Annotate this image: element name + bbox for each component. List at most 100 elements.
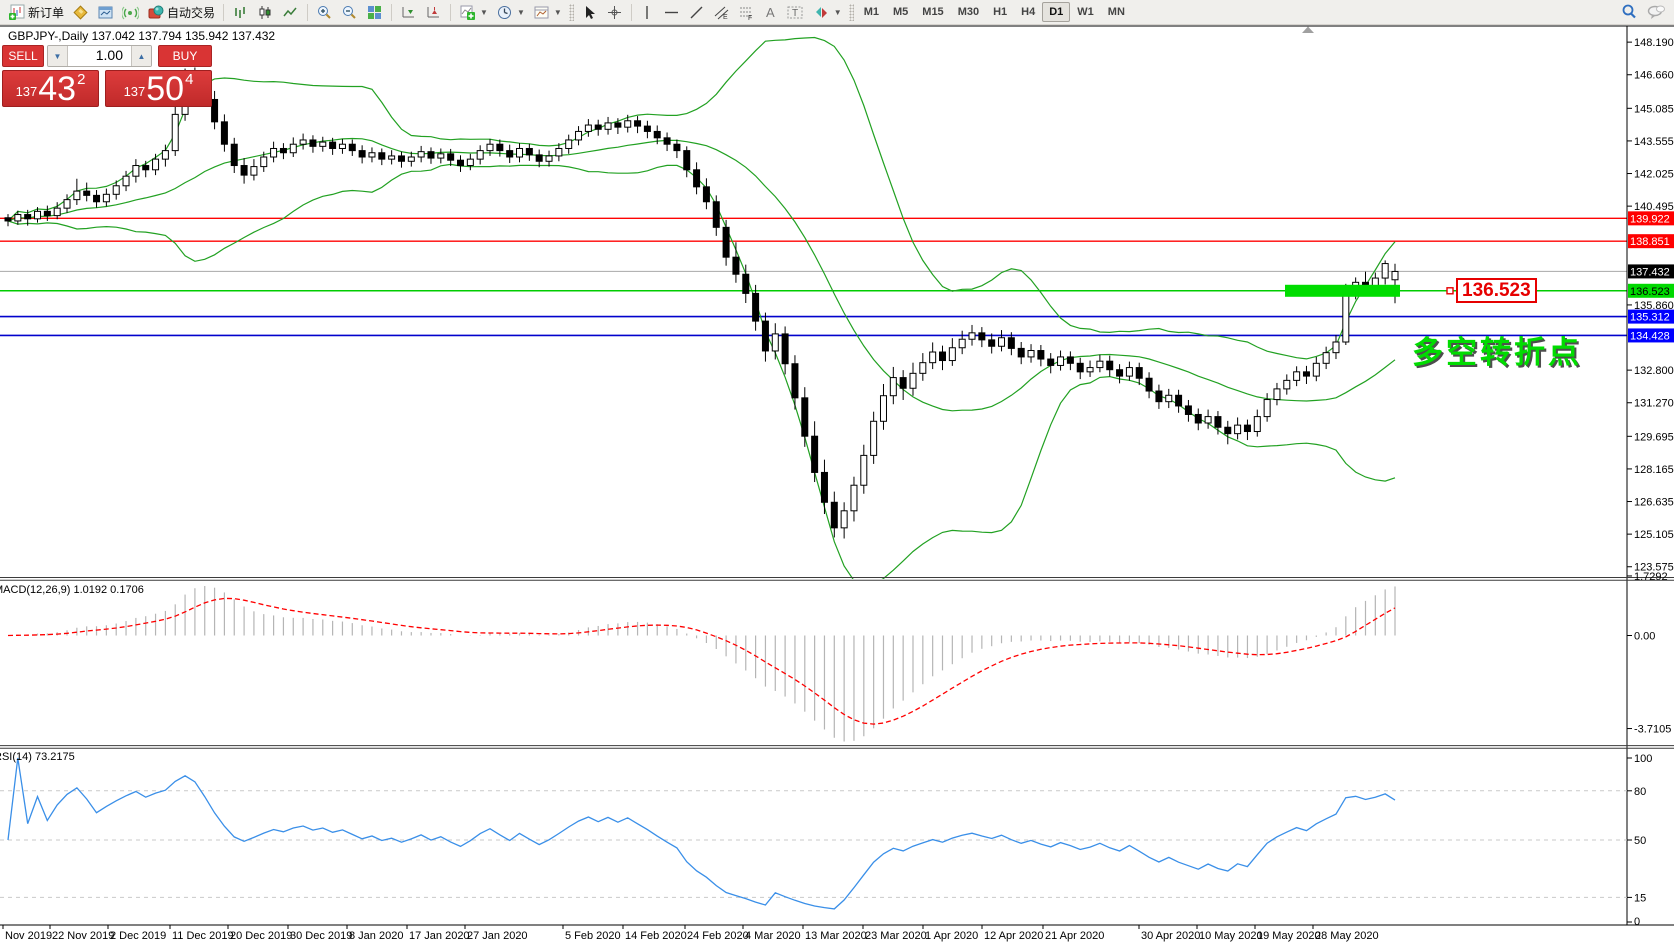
zoom-out-button[interactable] xyxy=(337,1,362,24)
svg-text:30 Apr 2020: 30 Apr 2020 xyxy=(1141,930,1200,942)
market-watch-icon xyxy=(72,4,89,21)
text-label-tool-button[interactable]: T xyxy=(782,1,809,24)
hline-icon xyxy=(663,4,680,21)
buy-price-sup: 4 xyxy=(185,71,193,88)
timeframe-D1[interactable]: D1 xyxy=(1042,2,1070,22)
svg-text:E: E xyxy=(723,14,728,21)
price-axis: 148.190146.660145.085143.555142.025140.4… xyxy=(0,26,1674,925)
toolbar-grip[interactable] xyxy=(569,4,574,21)
text-icon: A xyxy=(763,4,778,21)
cursor-button[interactable] xyxy=(577,1,602,24)
shapes-tool-button[interactable]: ▼ xyxy=(809,1,846,24)
bar-chart-button[interactable] xyxy=(228,1,253,24)
svg-text:19 May 2020: 19 May 2020 xyxy=(1257,930,1321,942)
tile-windows-button[interactable] xyxy=(362,1,387,24)
buy-button[interactable]: BUY xyxy=(158,45,212,67)
toolbar-separator xyxy=(631,4,632,21)
volume-input[interactable]: 1.00 xyxy=(68,46,131,66)
zoom-in-button[interactable] xyxy=(312,1,337,24)
svg-text:134.428: 134.428 xyxy=(1630,330,1670,342)
search-button[interactable] xyxy=(1616,1,1642,24)
auto-trading-button[interactable]: 自动交易 xyxy=(143,1,219,24)
price-callout-label[interactable]: 136.523 xyxy=(1456,278,1537,303)
rsi-indicator-label: RSI(14) 73.2175 xyxy=(0,751,75,763)
buy-price-display[interactable]: 137504 xyxy=(105,70,212,107)
timeframe-M30[interactable]: M30 xyxy=(951,2,986,22)
timeframe-H1[interactable]: H1 xyxy=(986,2,1014,22)
shift-marker-icon[interactable] xyxy=(1302,27,1314,34)
timeframe-M1[interactable]: M1 xyxy=(857,2,886,22)
templates-button[interactable]: ▼ xyxy=(529,1,566,24)
turning-point-annotation[interactable]: 多空转折点 xyxy=(1412,327,1582,372)
text-tool-button[interactable]: A xyxy=(759,1,782,24)
volume-decrease-button[interactable]: ▼ xyxy=(48,46,68,66)
fibonacci-tool-button[interactable]: F xyxy=(734,1,759,24)
volume-increase-button[interactable]: ▲ xyxy=(131,46,151,66)
svg-text:135.312: 135.312 xyxy=(1630,312,1670,324)
channel-tool-button[interactable]: E xyxy=(709,1,734,24)
macd-signal-line xyxy=(8,598,1395,724)
svg-text:50: 50 xyxy=(1634,835,1646,847)
indicators-button[interactable]: ▼ xyxy=(455,1,492,24)
timeframe-W1[interactable]: W1 xyxy=(1070,2,1101,22)
text-label-icon: T xyxy=(786,4,805,21)
timeframe-H4[interactable]: H4 xyxy=(1014,2,1042,22)
line-chart-button[interactable] xyxy=(278,1,303,24)
rsi-pane: 1008050150 xyxy=(0,753,1652,928)
svg-text:145.085: 145.085 xyxy=(1634,103,1674,115)
svg-text:T: T xyxy=(792,8,798,19)
chat-button[interactable] xyxy=(1642,1,1670,24)
toolbar-separator xyxy=(223,4,224,21)
vline-tool-button[interactable] xyxy=(636,1,659,24)
svg-text:136.523: 136.523 xyxy=(1630,286,1670,298)
svg-text:14 Feb 2020: 14 Feb 2020 xyxy=(625,930,687,942)
chevron-down-icon: ▼ xyxy=(554,8,562,17)
candlestick-button[interactable] xyxy=(253,1,278,24)
periods-button[interactable]: ▼ xyxy=(492,1,529,24)
timeframe-MN[interactable]: MN xyxy=(1101,2,1132,22)
timeframe-M15[interactable]: M15 xyxy=(915,2,950,22)
terminal-button[interactable] xyxy=(93,1,118,24)
svg-text:138.851: 138.851 xyxy=(1630,236,1670,248)
highlight-zone[interactable] xyxy=(1285,285,1400,297)
volume-spinner: ▼ 1.00 ▲ xyxy=(47,45,152,67)
svg-text:126.635: 126.635 xyxy=(1634,497,1674,509)
sell-price-display[interactable]: 137432 xyxy=(2,70,99,107)
auto-scroll-button[interactable] xyxy=(396,1,421,24)
timeframe-toolbar: M1M5M15M30H1H4D1W1MN xyxy=(857,2,1132,22)
svg-text:11 Dec 2019: 11 Dec 2019 xyxy=(172,930,234,942)
new-order-button[interactable]: 新订单 xyxy=(4,1,68,24)
chart-canvas[interactable]: 148.190146.660145.085143.555142.025140.4… xyxy=(0,0,1674,944)
toolbar-grip[interactable] xyxy=(849,4,854,21)
callout-anchor[interactable] xyxy=(1447,288,1453,294)
svg-text:1 Apr 2020: 1 Apr 2020 xyxy=(925,930,978,942)
chat-icon xyxy=(1646,3,1666,21)
svg-text:131.270: 131.270 xyxy=(1634,398,1674,410)
timeframe-M5[interactable]: M5 xyxy=(886,2,915,22)
trendline-icon xyxy=(688,4,705,21)
svg-text:148.190: 148.190 xyxy=(1634,37,1674,49)
svg-text:143.555: 143.555 xyxy=(1634,136,1674,148)
sell-button[interactable]: SELL xyxy=(2,45,44,67)
svg-text:125.105: 125.105 xyxy=(1634,529,1674,541)
hline-tool-button[interactable] xyxy=(659,1,684,24)
svg-text:1.7292: 1.7292 xyxy=(1634,571,1668,583)
svg-text:17 Jan 2020: 17 Jan 2020 xyxy=(409,930,470,942)
chart-shift-button[interactable] xyxy=(421,1,446,24)
svg-text:22 Nov 2019: 22 Nov 2019 xyxy=(52,930,114,942)
crosshair-button[interactable] xyxy=(602,1,627,24)
svg-text:100: 100 xyxy=(1634,753,1652,765)
chart-shift-icon xyxy=(425,4,442,21)
market-watch-button[interactable] xyxy=(68,1,93,24)
signal-icon xyxy=(122,4,139,21)
svg-text:129.695: 129.695 xyxy=(1634,431,1674,443)
chevron-down-icon: ▼ xyxy=(517,8,525,17)
svg-text:Nov 2019: Nov 2019 xyxy=(5,930,52,942)
trendline-tool-button[interactable] xyxy=(684,1,709,24)
zoom-in-icon xyxy=(316,4,333,21)
periods-icon xyxy=(496,4,513,21)
signal-button[interactable] xyxy=(118,1,143,24)
svg-text:146.660: 146.660 xyxy=(1634,70,1674,82)
svg-text:0.00: 0.00 xyxy=(1634,631,1655,643)
svg-text:28 May 2020: 28 May 2020 xyxy=(1315,930,1379,942)
